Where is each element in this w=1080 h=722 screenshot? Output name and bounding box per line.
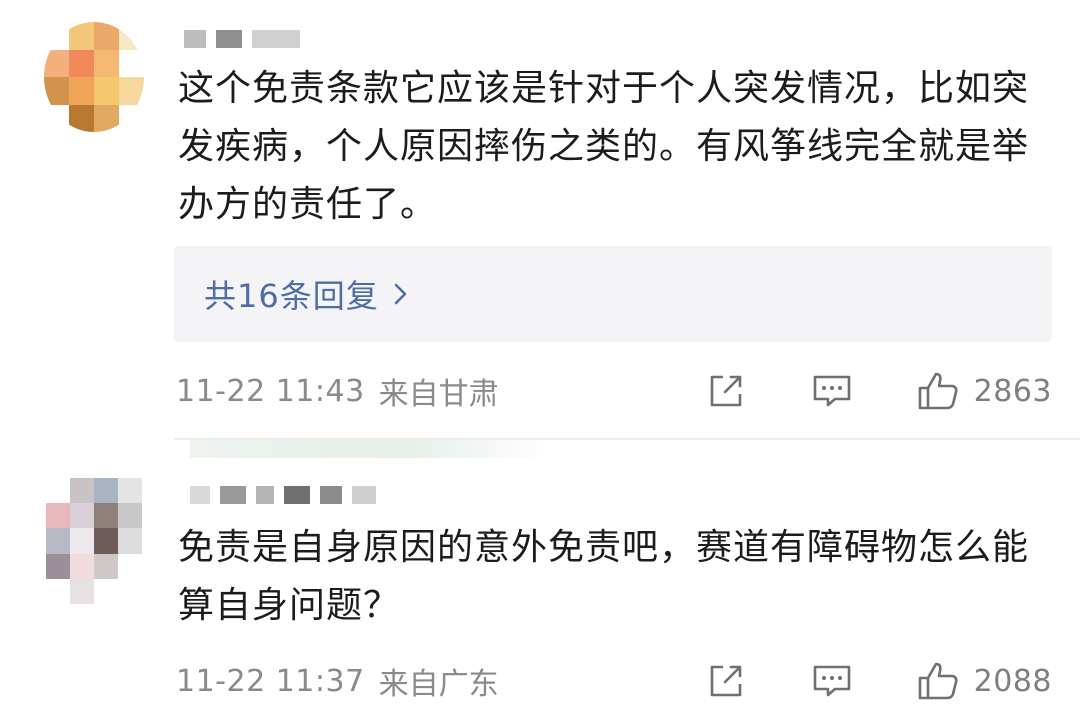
avatar-pixel bbox=[119, 104, 144, 132]
avatar-pixel bbox=[94, 503, 118, 529]
avatar-pixel bbox=[70, 553, 94, 579]
timestamp: 11-22 11:43 bbox=[176, 373, 365, 409]
avatar-pixel bbox=[94, 578, 118, 604]
comment-meta: 11-22 11:37 来自广东 2088 bbox=[176, 658, 1052, 704]
avatar[interactable] bbox=[46, 478, 142, 604]
avatar-pixel bbox=[118, 528, 142, 554]
avatar-pixel bbox=[94, 528, 118, 554]
timestamp: 11-22 11:37 bbox=[176, 663, 365, 699]
username-redacted[interactable] bbox=[190, 486, 376, 504]
divider-shadow bbox=[190, 440, 550, 458]
avatar-pixel bbox=[94, 22, 119, 50]
like-icon[interactable] bbox=[916, 659, 960, 703]
comment-meta: 11-22 11:43 来自甘肃 2863 bbox=[176, 368, 1052, 414]
replies-count-label: 共16条回复 bbox=[204, 277, 379, 315]
username-mosaic-block bbox=[320, 486, 342, 504]
username-mosaic-block bbox=[252, 30, 300, 48]
avatar-pixel bbox=[118, 578, 142, 604]
avatar-pixel bbox=[69, 22, 94, 50]
avatar-pixel bbox=[46, 553, 70, 579]
chevron-right-icon bbox=[394, 283, 406, 305]
avatar-pixel bbox=[94, 77, 119, 105]
avatar-pixel bbox=[70, 478, 94, 504]
comment-text: 免责是自身原因的意外免责吧，赛道有障碍物怎么能算自身问题？ bbox=[178, 527, 1030, 626]
avatar-pixel bbox=[70, 578, 94, 604]
avatar-pixel bbox=[70, 528, 94, 554]
username-redacted[interactable] bbox=[184, 30, 300, 48]
avatar-pixel bbox=[46, 478, 70, 504]
username-mosaic-block bbox=[256, 486, 274, 504]
avatar-pixel bbox=[44, 77, 69, 105]
comment-actions: 2088 bbox=[704, 659, 1052, 703]
username-mosaic-block bbox=[190, 486, 210, 504]
avatar-pixel bbox=[118, 478, 142, 504]
avatar[interactable] bbox=[44, 22, 144, 132]
avatar-pixel bbox=[70, 503, 94, 529]
avatar-pixel bbox=[119, 49, 144, 77]
avatar-pixel bbox=[46, 578, 70, 604]
username-mosaic-block bbox=[352, 486, 376, 504]
comment-icon[interactable] bbox=[810, 659, 854, 703]
avatar-pixel bbox=[69, 77, 94, 105]
comment-text: 这个免责条款它应该是针对于个人突发情况，比如突发疾病，个人原因摔伤之类的。有风筝… bbox=[178, 68, 1030, 225]
like-count: 2088 bbox=[973, 663, 1052, 699]
avatar-pixel bbox=[119, 22, 144, 50]
avatar-pixel bbox=[94, 478, 118, 504]
avatar-pixel bbox=[69, 104, 94, 132]
avatar-pixel bbox=[94, 49, 119, 77]
avatar-pixel bbox=[44, 104, 69, 132]
avatar-pixel bbox=[46, 528, 70, 554]
share-icon[interactable] bbox=[704, 369, 748, 413]
avatar-pixel bbox=[94, 553, 118, 579]
view-replies-button[interactable]: 共16条回复 bbox=[174, 246, 1052, 342]
username-mosaic-block bbox=[184, 30, 206, 48]
avatar-pixel bbox=[44, 49, 69, 77]
comment-actions: 2863 bbox=[704, 369, 1052, 413]
location: 来自甘肃 bbox=[378, 377, 499, 412]
avatar-pixel bbox=[46, 503, 70, 529]
avatar-pixel bbox=[118, 503, 142, 529]
username-mosaic-block bbox=[216, 30, 242, 48]
username-mosaic-block bbox=[220, 486, 246, 504]
share-icon[interactable] bbox=[704, 659, 748, 703]
comment-icon[interactable] bbox=[810, 369, 854, 413]
username-mosaic-block bbox=[284, 486, 310, 504]
avatar-pixel bbox=[118, 553, 142, 579]
location: 来自广东 bbox=[378, 667, 499, 702]
avatar-pixel bbox=[44, 22, 69, 50]
avatar-pixel bbox=[69, 49, 94, 77]
avatar-pixel bbox=[119, 77, 144, 105]
avatar-pixel bbox=[94, 104, 119, 132]
like-count: 2863 bbox=[973, 373, 1052, 409]
like-icon[interactable] bbox=[916, 369, 960, 413]
